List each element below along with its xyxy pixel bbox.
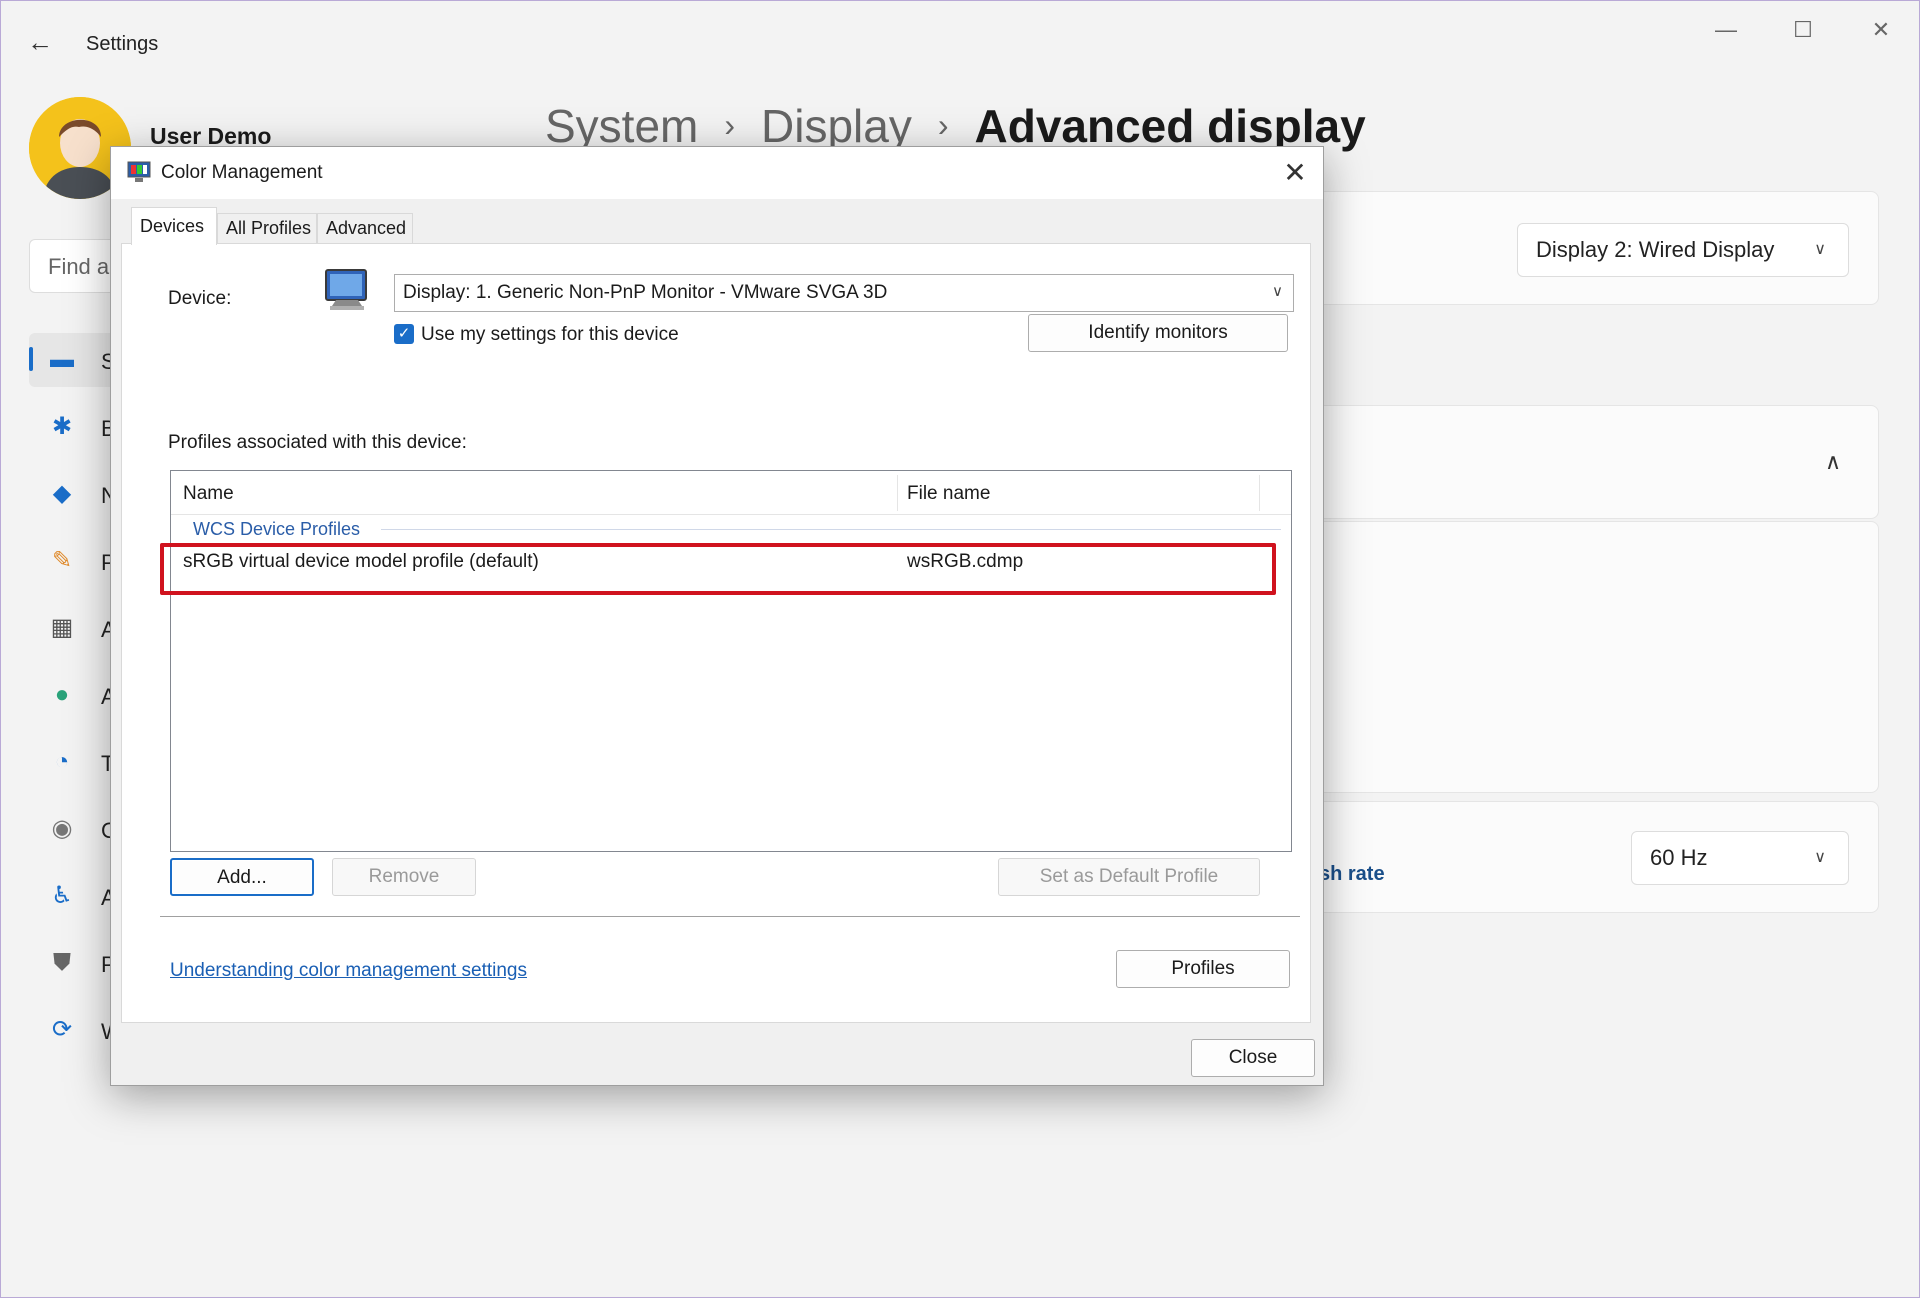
tab-advanced[interactable]: Advanced — [317, 213, 413, 243]
group-divider — [381, 529, 1281, 530]
display-dropdown[interactable]: Display 2: Wired Display ∨ — [1517, 223, 1849, 277]
chevron-up-icon[interactable]: ∧ — [1825, 449, 1841, 475]
tab-all-profiles[interactable]: All Profiles — [217, 213, 317, 243]
profiles-associated-label: Profiles associated with this device: — [168, 432, 467, 453]
devices-panel: Device: Display: 1. Generic Non-PnP Moni… — [121, 243, 1311, 1023]
breadcrumb-display[interactable]: Display — [761, 100, 912, 152]
dialog-title: Color Management — [161, 162, 323, 183]
breadcrumb: System › Display › Advanced display — [545, 99, 1366, 153]
title-bar: ← Settings — ☐ ✕ — [1, 1, 1920, 57]
back-arrow-icon[interactable]: ← — [27, 27, 57, 57]
column-divider[interactable] — [897, 475, 898, 511]
chevron-right-icon: › — [724, 107, 736, 143]
clock-icon: ◔ — [54, 748, 70, 775]
color-management-icon — [127, 161, 151, 183]
breadcrumb-system[interactable]: System — [545, 100, 698, 152]
close-icon[interactable]: ✕ — [1277, 155, 1313, 191]
group-label: WCS Device Profiles — [193, 519, 361, 539]
chevron-down-icon: ∨ — [1272, 283, 1283, 300]
display-info-details — [1311, 521, 1879, 793]
remove-button[interactable]: Remove — [332, 858, 476, 896]
refresh-rate-dropdown[interactable]: 60 Hz ∨ — [1631, 831, 1849, 885]
gamepad-icon: ◉ — [51, 815, 73, 842]
chevron-down-icon: ∨ — [1814, 241, 1826, 258]
update-icon: ⟳ — [51, 1016, 73, 1043]
page-title: Advanced display — [974, 100, 1366, 152]
use-settings-label: Use my settings for this device — [421, 324, 679, 345]
list-header: Name File name — [171, 471, 1291, 515]
display-dropdown-value: Display 2: Wired Display — [1536, 237, 1775, 262]
brush-icon: ✎ — [51, 547, 73, 574]
monitor-icon — [322, 266, 372, 316]
profiles-button[interactable]: Profiles — [1116, 950, 1290, 988]
close-window-icon[interactable]: ✕ — [1856, 15, 1906, 45]
add-button[interactable]: Add... — [170, 858, 314, 896]
display-info-card[interactable] — [1311, 405, 1879, 519]
maximize-icon[interactable]: ☐ — [1778, 15, 1828, 45]
use-settings-checkbox[interactable]: ✓ — [394, 324, 414, 344]
highlight-box — [160, 543, 1276, 595]
device-dropdown-value: Display: 1. Generic Non-PnP Monitor - VM… — [403, 282, 888, 303]
column-header-file-name[interactable]: File name — [907, 483, 990, 505]
person-icon: ● — [54, 681, 70, 708]
monitor-icon: ▬ — [50, 346, 74, 373]
device-label: Device: — [168, 288, 232, 309]
column-header-name[interactable]: Name — [183, 483, 234, 505]
dialog-title-bar: Color Management ✕ — [111, 147, 1323, 199]
accessibility-icon: ♿ — [51, 882, 73, 909]
identify-monitors-button[interactable]: Identify monitors — [1028, 314, 1288, 352]
set-default-profile-button[interactable]: Set as Default Profile — [998, 858, 1260, 896]
color-management-dialog: Color Management ✕ Devices All Profiles … — [110, 146, 1324, 1086]
app-title: Settings — [86, 33, 159, 55]
close-button[interactable]: Close — [1191, 1039, 1315, 1077]
active-indicator — [29, 347, 33, 371]
help-link[interactable]: Understanding color management settings — [170, 960, 527, 982]
column-divider[interactable] — [1259, 475, 1260, 511]
chevron-down-icon: ∨ — [1814, 849, 1826, 866]
chevron-right-icon: › — [937, 107, 949, 143]
shield-icon: ⛊ — [53, 949, 71, 976]
refresh-rate-value: 60 Hz — [1650, 845, 1708, 870]
tab-devices[interactable]: Devices — [131, 207, 217, 245]
minimize-icon[interactable]: — — [1701, 15, 1751, 45]
refresh-rate-label: sh rate — [1319, 863, 1385, 885]
bluetooth-icon: ✱ — [51, 413, 73, 440]
profiles-list[interactable]: Name File name WCS Device Profiles sRGB … — [170, 470, 1292, 852]
wifi-icon: ◆ — [52, 480, 72, 507]
device-dropdown[interactable]: Display: 1. Generic Non-PnP Monitor - VM… — [394, 274, 1294, 312]
apps-icon: ▦ — [50, 614, 74, 641]
divider — [160, 916, 1300, 917]
